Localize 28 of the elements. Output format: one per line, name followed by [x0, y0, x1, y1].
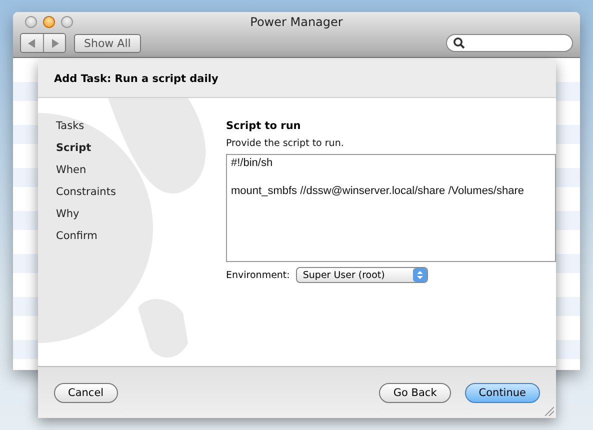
updown-arrows-icon	[412, 268, 427, 282]
step-item[interactable]: When	[56, 159, 86, 181]
script-field[interactable]: #!/bin/sh mount_smbfs //dssw@winserver.local/share /Volumes/share	[226, 154, 556, 262]
forward-arrow-icon	[50, 38, 58, 48]
step-item[interactable]: Why	[56, 203, 80, 225]
step-item[interactable]: Constraints	[56, 181, 116, 203]
section-title: Script to run	[226, 119, 301, 134]
continue-button[interactable]: Continue	[464, 382, 540, 402]
zoom-button[interactable]	[61, 16, 73, 28]
instruction-text: Provide the script to run.	[226, 138, 344, 149]
show-all-button[interactable]: Show All	[74, 34, 141, 52]
step-item[interactable]: Tasks	[56, 115, 84, 137]
search-icon	[453, 37, 465, 49]
minimize-button[interactable]	[43, 16, 55, 28]
environment-popup[interactable]: Super User (root)	[296, 267, 428, 283]
back-button[interactable]	[21, 34, 43, 52]
go-back-button[interactable]: Go Back	[379, 382, 451, 402]
forward-button[interactable]	[43, 34, 65, 52]
close-button[interactable]	[25, 16, 37, 28]
search-field[interactable]	[446, 34, 573, 52]
environment-label: Environment:	[226, 270, 290, 280]
window-title: Power Manager	[250, 15, 343, 29]
step-item[interactable]: Script	[56, 137, 92, 159]
step-item[interactable]: Confirm	[56, 225, 98, 247]
sheet-title: Add Task: Run a script daily	[54, 72, 218, 84]
back-arrow-icon	[28, 38, 36, 48]
cancel-button[interactable]: Cancel	[54, 382, 118, 402]
resize-grip-icon	[544, 406, 554, 416]
